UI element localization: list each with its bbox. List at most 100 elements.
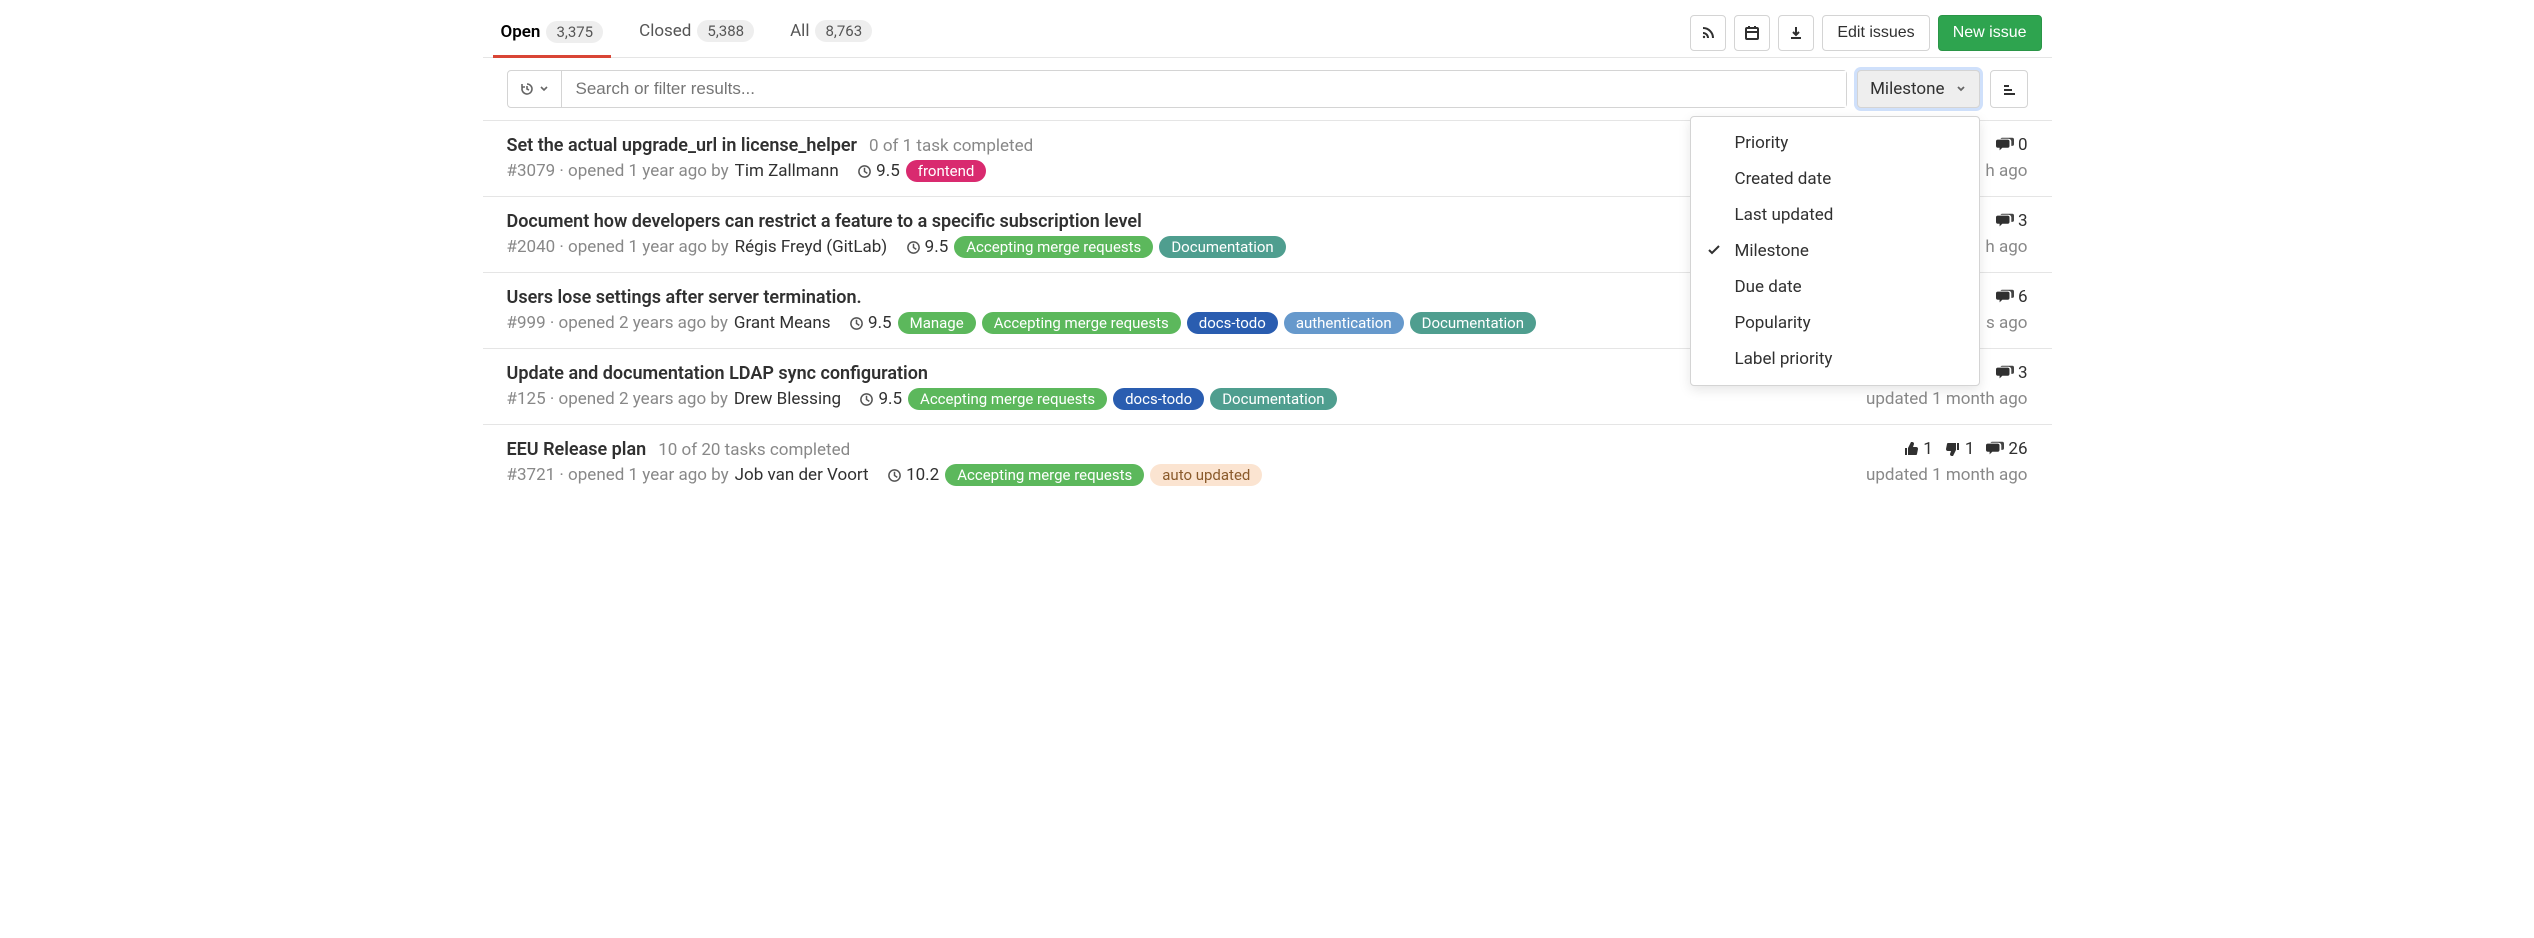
issue-title-link[interactable]: Document how developers can restrict a f… [507, 211, 1142, 232]
downvotes[interactable]: 1 [1945, 439, 1975, 459]
issue-label[interactable]: docs-todo [1187, 312, 1278, 334]
calendar-button[interactable] [1734, 15, 1770, 51]
issue-title-link[interactable]: Set the actual upgrade_url in license_he… [507, 135, 858, 156]
top-actions: Edit issues New issue [1690, 15, 2041, 51]
updated-text: h ago [1985, 161, 2027, 181]
issue-meta: #2040 · opened 1 year ago by Régis Freyd … [507, 236, 1828, 258]
rss-button[interactable] [1690, 15, 1726, 51]
tab-count: 8,763 [815, 20, 872, 42]
sort-option[interactable]: Due date [1691, 269, 1979, 305]
issue-label[interactable]: Documentation [1159, 236, 1285, 258]
issue-author[interactable]: Régis Freyd (GitLab) [735, 237, 888, 257]
edit-issues-button[interactable]: Edit issues [1822, 15, 1929, 51]
calendar-icon [1744, 25, 1760, 41]
new-issue-button[interactable]: New issue [1938, 15, 2042, 51]
clock-icon [859, 392, 874, 407]
issue-label[interactable]: Accepting merge requests [945, 464, 1144, 486]
issue-label[interactable]: Manage [898, 312, 976, 334]
tab-open[interactable]: Open 3,375 [493, 9, 612, 58]
comments-count[interactable]: 3 [1996, 211, 2028, 231]
tabs: Open 3,375 Closed 5,388 All 8,763 [493, 8, 1691, 57]
clock-icon [906, 240, 921, 255]
issue-milestone[interactable]: 9.5 [845, 161, 900, 181]
issue-main: Set the actual upgrade_url in license_he… [507, 135, 1828, 182]
chevron-down-icon [1955, 83, 1967, 95]
updated-text: s ago [1986, 313, 2027, 333]
tab-all[interactable]: All 8,763 [782, 8, 880, 57]
issue-title-link[interactable]: Users lose settings after server termina… [507, 287, 862, 308]
issue-id: #3721 · opened 1 year ago by [507, 465, 729, 485]
issue-author[interactable]: Grant Means [734, 313, 831, 333]
issue-main: EEU Release plan 10 of 20 tasks completed… [507, 439, 1828, 486]
check-icon [1707, 243, 1721, 257]
sort-asc-icon [2001, 81, 2017, 97]
search-history-button[interactable] [508, 71, 562, 107]
comments-count[interactable]: 6 [1996, 287, 2028, 307]
comments-count[interactable]: 26 [1986, 439, 2027, 459]
tab-count: 3,375 [546, 21, 603, 43]
issue-label[interactable]: Accepting merge requests [982, 312, 1181, 334]
issue-id: #999 · opened 2 years ago by [507, 313, 728, 333]
task-progress: 0 of 1 task completed [869, 136, 1033, 156]
sort-direction-button[interactable] [1990, 70, 2028, 108]
issue-label[interactable]: Accepting merge requests [908, 388, 1107, 410]
issue-main: Document how developers can restrict a f… [507, 211, 1828, 258]
issue-label[interactable]: Documentation [1210, 388, 1336, 410]
issue-milestone[interactable]: 9.5 [837, 313, 892, 333]
sort-option[interactable]: Created date [1691, 161, 1979, 197]
issue-milestone[interactable]: 9.5 [847, 389, 902, 409]
issue-id: #2040 · opened 1 year ago by [507, 237, 729, 257]
filter-bar: Milestone PriorityCreated dateLast updat… [483, 58, 2052, 120]
issue-milestone[interactable]: 10.2 [875, 465, 940, 485]
issue-label[interactable]: auto updated [1150, 464, 1262, 486]
updated-text: updated 1 month ago [1866, 465, 2028, 485]
clock-icon [887, 468, 902, 483]
comments-icon [1996, 365, 2014, 381]
sort-option[interactable]: Priority [1691, 125, 1979, 161]
sort-option[interactable]: Label priority [1691, 341, 1979, 377]
issue-meta: #999 · opened 2 years ago byGrant Means … [507, 312, 1828, 334]
comments-count[interactable]: 0 [1996, 135, 2028, 155]
issue-side: 1 1 26 updated 1 month ago [1828, 439, 2028, 486]
issue-author[interactable]: Tim Zallmann [735, 161, 839, 181]
thumbs-down-icon [1945, 441, 1961, 457]
task-progress: 10 of 20 tasks completed [658, 440, 850, 460]
sort-menu: PriorityCreated dateLast updatedMileston… [1690, 116, 1980, 386]
issue-title-link[interactable]: EEU Release plan [507, 439, 647, 460]
comments-count[interactable]: 3 [1996, 363, 2028, 383]
sort-option[interactable]: Popularity [1691, 305, 1979, 341]
issue-milestone[interactable]: 9.5 [893, 237, 948, 257]
issue-author[interactable]: Job van der Voort [735, 465, 869, 485]
tab-label: Open [501, 22, 541, 42]
tab-closed[interactable]: Closed 5,388 [631, 8, 762, 57]
chevron-down-icon [539, 84, 549, 94]
sort-dropdown[interactable]: Milestone [1857, 70, 1979, 108]
sort-option[interactable]: Last updated [1691, 197, 1979, 233]
clock-icon [857, 164, 872, 179]
comments-icon [1996, 213, 2014, 229]
issue-label[interactable]: frontend [906, 160, 987, 182]
rss-icon [1700, 25, 1716, 41]
export-button[interactable] [1778, 15, 1814, 51]
sort-label: Milestone [1870, 79, 1944, 99]
issue-author[interactable]: Drew Blessing [734, 389, 841, 409]
issue-tabs-bar: Open 3,375 Closed 5,388 All 8,763 Edit i [483, 8, 2052, 58]
issue-row: EEU Release plan 10 of 20 tasks completed… [483, 424, 2052, 500]
issue-title-link[interactable]: Update and documentation LDAP sync confi… [507, 363, 928, 384]
issue-label[interactable]: Accepting merge requests [954, 236, 1153, 258]
search-box [507, 70, 1848, 108]
issue-main: Update and documentation LDAP sync confi… [507, 363, 1828, 410]
search-input[interactable] [562, 71, 1847, 107]
issue-main: Users lose settings after server termina… [507, 287, 1828, 334]
issue-label[interactable]: Documentation [1410, 312, 1536, 334]
upvotes[interactable]: 1 [1903, 439, 1933, 459]
thumbs-up-icon [1903, 441, 1919, 457]
tab-label: Closed [639, 21, 691, 41]
issue-label[interactable]: authentication [1284, 312, 1404, 334]
comments-icon [1996, 289, 2014, 305]
tab-count: 5,388 [697, 20, 754, 42]
sort-option[interactable]: Milestone [1691, 233, 1979, 269]
issue-label[interactable]: docs-todo [1113, 388, 1204, 410]
clock-icon [849, 316, 864, 331]
comments-icon [1986, 441, 2004, 457]
